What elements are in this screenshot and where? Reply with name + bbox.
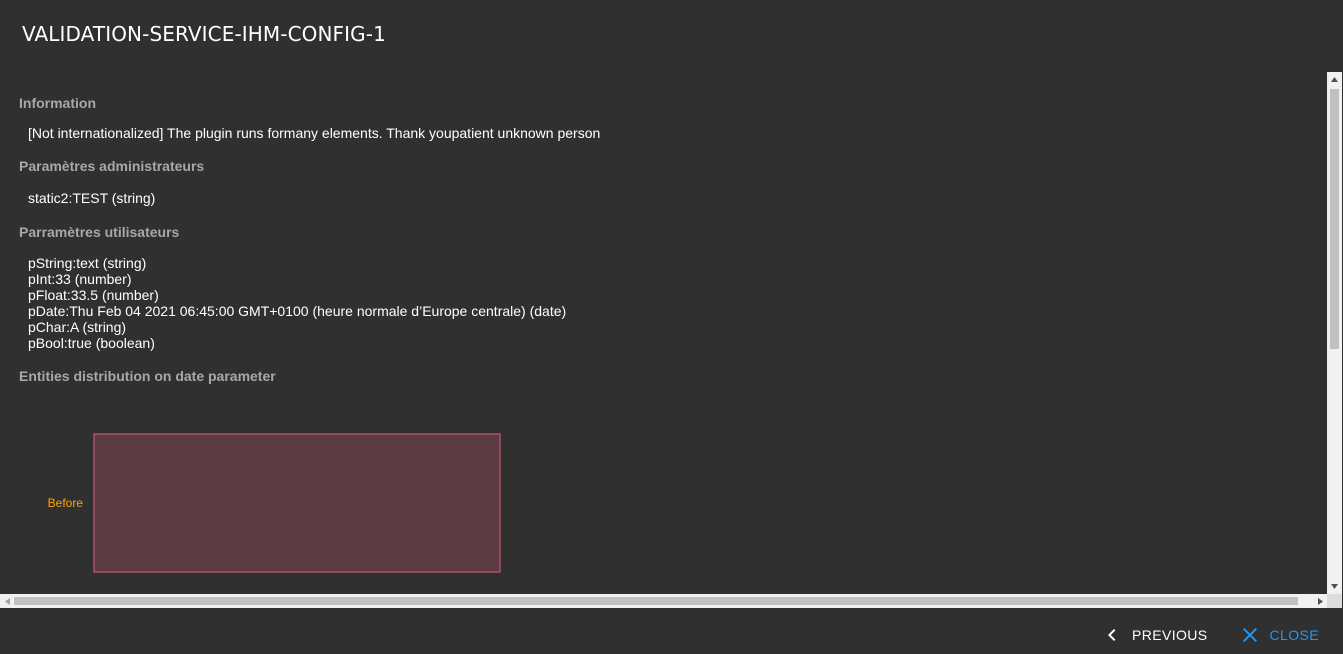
- previous-button-label: PREVIOUS: [1131, 627, 1208, 643]
- user-param-item: pChar:A (string): [28, 319, 127, 335]
- previous-button[interactable]: PREVIOUS: [1090, 618, 1218, 652]
- scroll-right-arrow-icon[interactable]: [1313, 594, 1327, 608]
- user-param-item: pDate:Thu Feb 04 2021 06:45:00 GMT+0100 …: [28, 303, 567, 319]
- distribution-chart: Before: [48, 433, 501, 573]
- user-params-list: pString:text (string) pInt:33 (number) p…: [28, 255, 566, 351]
- information-text: [Not internationalized] The plugin runs …: [28, 125, 601, 141]
- chart-category-label: Before: [48, 496, 84, 510]
- user-param-item: pInt:33 (number): [28, 271, 132, 287]
- scrollbar-corner: [1327, 594, 1342, 608]
- horizontal-scrollbar[interactable]: [0, 594, 1327, 608]
- dialog-actions: PREVIOUS CLOSE: [1090, 618, 1329, 652]
- chevron-left-icon: [1100, 623, 1124, 647]
- scroll-left-arrow-icon[interactable]: [0, 594, 14, 608]
- dialog-title: VALIDATION-SERVICE-IHM-CONFIG-1: [22, 22, 386, 46]
- section-title-user-params: Parramètres utilisateurs: [19, 224, 180, 240]
- horizontal-scroll-thumb[interactable]: [14, 597, 1298, 605]
- vertical-scrollbar[interactable]: [1327, 72, 1342, 594]
- close-button-label: CLOSE: [1269, 627, 1319, 643]
- scroll-up-arrow-icon[interactable]: [1327, 72, 1342, 87]
- user-param-item: pBool:true (boolean): [28, 335, 155, 351]
- dialog-content: Information [Not internationalized] The …: [0, 72, 1327, 594]
- scroll-down-arrow-icon[interactable]: [1327, 579, 1342, 594]
- user-param-item: pString:text (string): [28, 255, 147, 271]
- vertical-scroll-thumb[interactable]: [1330, 89, 1339, 349]
- section-title-admin-params: Paramètres administrateurs: [19, 158, 205, 174]
- section-title-information: Information: [19, 95, 96, 111]
- section-title-distribution: Entities distribution on date parameter: [19, 368, 276, 384]
- user-param-item: pFloat:33.5 (number): [28, 287, 159, 303]
- service-dialog: VALIDATION-SERVICE-IHM-CONFIG-1 Informat…: [0, 0, 1343, 654]
- close-button[interactable]: CLOSE: [1228, 618, 1329, 652]
- chart-bar: [93, 433, 501, 573]
- admin-param-item: static2:TEST (string): [28, 190, 156, 206]
- close-icon: [1238, 623, 1262, 647]
